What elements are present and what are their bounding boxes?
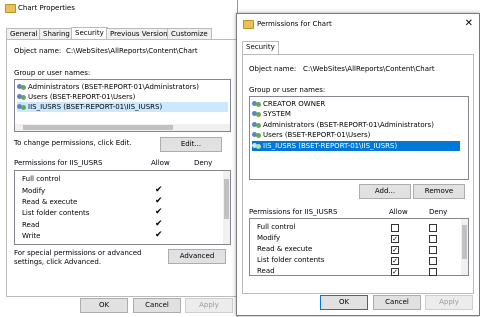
permission-name: List folder contents xyxy=(22,209,90,217)
vertical-scrollbar[interactable] xyxy=(461,219,468,275)
allow-check-icon: ✔ xyxy=(155,207,163,217)
deny-checkbox[interactable] xyxy=(429,224,437,232)
edit-button[interactable]: Edit... xyxy=(160,137,222,152)
deny-header: Deny xyxy=(429,208,448,216)
scrollbar-thumb[interactable] xyxy=(224,179,229,219)
user-name: Users (BSET-REPORT-01\Users) xyxy=(28,93,136,101)
groups-label: Group or user names: xyxy=(249,86,326,94)
groups-label: Group or user names: xyxy=(14,69,91,77)
scrollbar-thumb[interactable] xyxy=(23,125,173,130)
list-item[interactable]: SYSTEM xyxy=(252,109,466,119)
permissions-list: Full control Modify Read & execute List … xyxy=(249,218,469,276)
allow-checkbox[interactable]: ✓ xyxy=(391,257,399,265)
users-icon xyxy=(17,83,26,91)
user-name: IIS_IUSRS (BSET-REPORT-01\IIS_IUSRS) xyxy=(263,142,398,150)
vertical-scrollbar[interactable] xyxy=(223,171,230,244)
object-name-value: C:\WebSites\AllReports\Content\Chart xyxy=(303,65,435,73)
list-item-selected[interactable]: IIS_IUSRS (BSET-REPORT-01\IIS_IUSRS) xyxy=(17,102,228,112)
deny-checkbox[interactable] xyxy=(429,235,437,243)
cancel-button[interactable]: Cancel xyxy=(373,295,421,310)
user-name: CREATOR OWNER xyxy=(263,100,326,108)
users-icon xyxy=(252,100,261,108)
ok-button[interactable]: OK xyxy=(80,298,128,313)
object-name-label: Object name: xyxy=(249,65,297,73)
permission-name: Write xyxy=(22,232,41,240)
object-name-label: Object name: xyxy=(14,47,62,55)
folder-icon xyxy=(5,4,16,13)
users-icon xyxy=(17,93,26,101)
apply-button[interactable]: Apply xyxy=(425,295,473,310)
tab-general[interactable]: General xyxy=(6,28,42,39)
permission-name: Full control xyxy=(22,175,61,183)
user-name: IIS_IUSRS (BSET-REPORT-01\IIS_IUSRS) xyxy=(28,103,163,111)
permission-name: Read xyxy=(22,221,40,229)
permissions-label: Permissions for IIS_IUSRS xyxy=(14,159,103,167)
window-title: Permissions for Chart xyxy=(257,20,332,28)
horizontal-scrollbar[interactable] xyxy=(15,124,230,131)
deny-checkbox[interactable] xyxy=(429,246,437,254)
window-title: Chart Properties xyxy=(18,4,75,12)
chart-properties-window: Chart Properties General Sharing Securit… xyxy=(0,0,238,317)
users-icon xyxy=(252,131,261,139)
tab-previous-versions[interactable]: Previous Versions xyxy=(106,28,176,39)
list-item[interactable]: Users (BSET-REPORT-01\Users) xyxy=(252,130,466,140)
title-bar: Permissions for Chart ✕ xyxy=(237,14,479,34)
scrollbar-thumb[interactable] xyxy=(462,225,467,259)
deny-header: Deny xyxy=(194,159,213,167)
object-name-value: C:\WebSites\AllReports\Content\Chart xyxy=(66,47,198,55)
tab-sharing[interactable]: Sharing xyxy=(39,28,74,39)
user-name: Users (BSET-REPORT-01\Users) xyxy=(263,131,371,139)
users-icon xyxy=(252,142,261,150)
user-name: Administrators (BSET-REPORT-01\Administr… xyxy=(28,83,199,91)
allow-check-icon: ✔ xyxy=(155,230,163,240)
permissions-list: Full control Modify Read & execute List … xyxy=(14,170,231,245)
close-icon[interactable]: ✕ xyxy=(465,14,473,34)
title-bar: Chart Properties xyxy=(0,0,237,16)
add-button[interactable]: Add... xyxy=(359,184,411,199)
allow-checkbox[interactable] xyxy=(391,224,399,232)
permission-name: Read & execute xyxy=(257,245,313,253)
allow-check-icon: ✔ xyxy=(155,185,163,195)
cancel-button[interactable]: Cancel xyxy=(133,298,181,313)
allow-header: Allow xyxy=(389,208,408,216)
allow-checkbox[interactable]: ✓ xyxy=(391,268,399,276)
allow-check-icon: ✔ xyxy=(155,196,163,206)
permissions-label: Permissions for IIS_IUSRS xyxy=(249,208,338,216)
remove-button[interactable]: Remove xyxy=(413,184,465,199)
allow-header: Allow xyxy=(151,159,170,167)
list-item[interactable]: CREATOR OWNER xyxy=(252,99,466,109)
list-item[interactable]: Administrators (BSET-REPORT-01\Administr… xyxy=(17,82,228,92)
permission-name: List folder contents xyxy=(257,256,325,264)
permissions-window: Permissions for Chart ✕ Security Object … xyxy=(236,13,480,316)
user-list[interactable]: Administrators (BSET-REPORT-01\Administr… xyxy=(14,79,231,132)
special-permissions-text: For special permissions or advanced sett… xyxy=(14,249,142,266)
deny-checkbox[interactable] xyxy=(429,268,437,276)
apply-button[interactable]: Apply xyxy=(185,298,233,313)
change-permissions-text: To change permissions, click Edit. xyxy=(14,139,132,147)
users-icon xyxy=(252,121,261,129)
user-name: Administrators (BSET-REPORT-01\Administr… xyxy=(263,121,434,129)
ok-button[interactable]: OK xyxy=(320,295,368,310)
users-icon xyxy=(17,103,26,111)
folder-icon xyxy=(243,20,254,29)
permission-name: Read xyxy=(257,267,275,275)
deny-checkbox[interactable] xyxy=(429,257,437,265)
user-name: SYSTEM xyxy=(263,110,291,118)
permission-name: Modify xyxy=(22,187,46,195)
permission-name: Read & execute xyxy=(22,198,78,206)
list-item[interactable]: Users (BSET-REPORT-01\Users) xyxy=(17,92,228,102)
advanced-button[interactable]: Advanced xyxy=(168,249,226,264)
user-list[interactable]: CREATOR OWNER SYSTEM Administrators (BSE… xyxy=(249,96,469,180)
tab-customize[interactable]: Customize xyxy=(167,28,212,39)
list-item-selected[interactable]: IIS_IUSRS (BSET-REPORT-01\IIS_IUSRS) xyxy=(252,141,460,151)
tab-security[interactable]: Security xyxy=(242,41,279,54)
users-icon xyxy=(252,110,261,118)
list-item[interactable]: Administrators (BSET-REPORT-01\Administr… xyxy=(252,120,466,130)
permission-name: Full control xyxy=(257,223,296,231)
allow-checkbox[interactable]: ✓ xyxy=(391,246,399,254)
permission-name: Modify xyxy=(257,234,281,242)
allow-checkbox[interactable]: ✓ xyxy=(391,235,399,243)
allow-check-icon: ✔ xyxy=(155,219,163,229)
